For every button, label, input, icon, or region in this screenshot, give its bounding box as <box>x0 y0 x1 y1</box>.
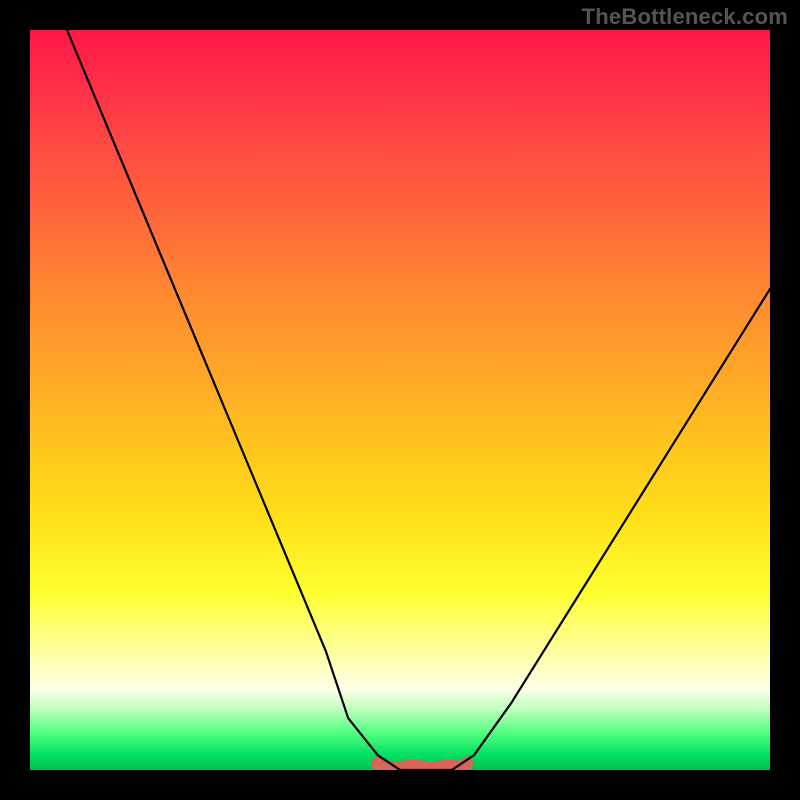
plot-area <box>30 30 770 770</box>
curve-svg <box>30 30 770 770</box>
watermark-text: TheBottleneck.com <box>582 4 788 30</box>
flat-region-marker <box>371 757 473 770</box>
chart-frame: TheBottleneck.com <box>0 0 800 800</box>
curve-line <box>67 30 770 770</box>
